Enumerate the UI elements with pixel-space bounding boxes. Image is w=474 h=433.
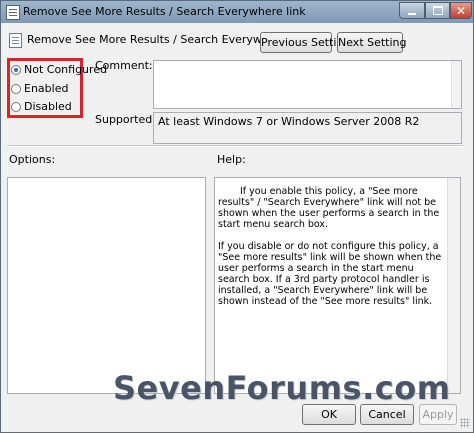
close-button[interactable]: ✕ bbox=[450, 2, 472, 19]
options-label: Options: bbox=[9, 153, 56, 166]
help-paragraph: If you disable or do not configure this … bbox=[218, 241, 442, 307]
window-title: Remove See More Results / Search Everywh… bbox=[23, 5, 306, 18]
help-panel: If you enable this policy, a "See more r… bbox=[214, 177, 461, 394]
policy-icon bbox=[6, 5, 20, 20]
policy-setting-icon bbox=[9, 33, 22, 48]
minimize-icon bbox=[408, 13, 416, 15]
maximize-button[interactable] bbox=[425, 2, 450, 19]
comment-label: Comment: bbox=[95, 59, 153, 72]
title-bar[interactable]: Remove See More Results / Search Everywh… bbox=[1, 1, 473, 23]
previous-setting-button[interactable]: Previous Setting bbox=[260, 32, 350, 53]
cancel-button[interactable]: Cancel bbox=[360, 404, 414, 425]
comment-scrollbar[interactable] bbox=[451, 61, 461, 108]
dialog-body: Remove See More Results / Search Everywh… bbox=[1, 23, 473, 432]
help-scrollbar[interactable] bbox=[447, 178, 460, 393]
help-paragraph: If you enable this policy, a "See more r… bbox=[218, 186, 440, 230]
radio-empty-icon bbox=[11, 84, 21, 94]
radio-label: Enabled bbox=[24, 82, 69, 95]
radio-enabled[interactable]: Enabled bbox=[11, 82, 68, 95]
watermark-text: SevenForums.com bbox=[113, 369, 451, 407]
ok-button[interactable]: OK bbox=[302, 404, 356, 425]
resize-grip-icon[interactable] bbox=[460, 418, 470, 428]
radio-disabled[interactable]: Disabled bbox=[11, 100, 72, 113]
radio-empty-icon bbox=[11, 102, 21, 112]
policy-window: Remove See More Results / Search Everywh… bbox=[0, 0, 474, 433]
comment-field[interactable] bbox=[153, 60, 462, 109]
supported-on-value: At least Windows 7 or Windows Server 200… bbox=[158, 115, 420, 128]
radio-not-configured[interactable]: Not Configured bbox=[11, 63, 107, 76]
section-divider bbox=[7, 145, 463, 147]
options-panel bbox=[7, 177, 206, 394]
next-setting-button[interactable]: Next Setting bbox=[337, 32, 407, 53]
maximize-icon bbox=[432, 6, 443, 15]
apply-button[interactable]: Apply bbox=[419, 404, 457, 425]
close-icon: ✕ bbox=[455, 4, 467, 18]
radio-label: Disabled bbox=[24, 100, 72, 113]
supported-on-field: At least Windows 7 or Windows Server 200… bbox=[153, 112, 462, 144]
radio-selected-icon bbox=[11, 65, 21, 75]
help-text: If you enable this policy, a "See more r… bbox=[218, 186, 448, 318]
minimize-button[interactable] bbox=[399, 2, 425, 19]
help-label: Help: bbox=[217, 153, 246, 166]
